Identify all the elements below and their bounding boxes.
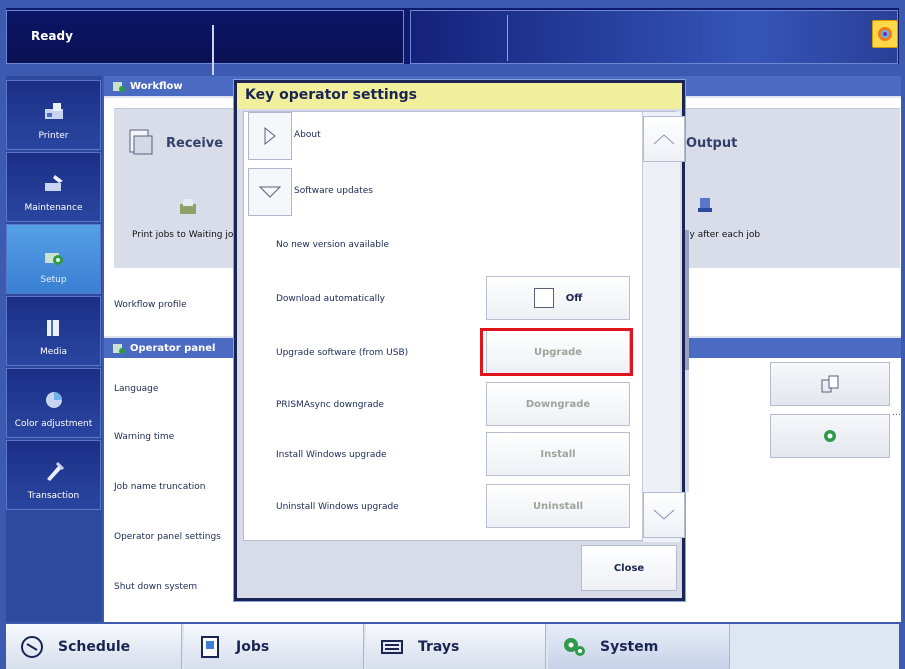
shut-down-system-label: Shut down system xyxy=(114,582,198,592)
scroll-thumb[interactable] xyxy=(685,230,689,370)
tab-schedule[interactable]: Schedule xyxy=(6,624,182,669)
install-button[interactable]: Install xyxy=(486,432,630,476)
top-right-panel xyxy=(410,10,898,64)
tab-jobs-label: Jobs xyxy=(236,638,270,655)
status-divider xyxy=(212,25,214,75)
software-updates-label[interactable]: Software updates xyxy=(294,186,373,196)
about-expander[interactable] xyxy=(248,112,292,160)
output-tile[interactable] xyxy=(684,108,900,268)
language-button[interactable] xyxy=(770,362,890,406)
downgrade-button-label: Downgrade xyxy=(525,398,591,410)
tab-jobs[interactable]: Jobs xyxy=(184,624,364,669)
nav-setup[interactable]: Setup xyxy=(6,224,101,294)
operator-panel-settings-label: Operator panel settings xyxy=(114,532,221,542)
tab-trays[interactable]: Trays xyxy=(366,624,546,669)
nav-printer[interactable]: Printer xyxy=(6,80,101,150)
prismasync-downgrade-label: PRISMAsync downgrade xyxy=(276,400,384,410)
uninstall-button[interactable]: Uninstall xyxy=(486,484,630,528)
key-operator-settings-dialog: Key operator settings About Software upd… xyxy=(234,80,689,601)
top-right-divider xyxy=(507,15,508,61)
software-updates-expander[interactable] xyxy=(248,168,292,216)
tab-schedule-label: Schedule xyxy=(58,638,131,655)
highlight-frame xyxy=(480,328,633,376)
chevron-down-small-icon xyxy=(653,509,675,520)
download-automatically-label: Download automatically xyxy=(276,294,385,304)
media-icon xyxy=(46,320,59,336)
tab-system-label: System xyxy=(600,638,659,655)
checkbox-icon xyxy=(533,288,554,308)
upgrade-software-label: Upgrade software (from USB) xyxy=(276,348,409,358)
output-label: Output xyxy=(686,136,738,151)
status-panel: Ready xyxy=(6,10,404,75)
output-caption: ay after each job xyxy=(684,230,761,240)
chevron-down-icon xyxy=(259,186,281,198)
uninstall-button-label: Uninstall xyxy=(532,500,584,512)
operator-panel-icon xyxy=(113,344,125,354)
tab-system[interactable]: System xyxy=(548,624,730,669)
nav-label: Media xyxy=(39,347,68,357)
printer-icon xyxy=(44,103,63,119)
nav-transaction[interactable]: Transaction xyxy=(6,440,101,510)
nav-color-adjustment[interactable]: Color adjustment xyxy=(6,368,101,438)
uninstall-windows-upgrade-label: Uninstall Windows upgrade xyxy=(276,502,399,512)
install-button-label: Install xyxy=(540,448,576,460)
scroll-down-button[interactable] xyxy=(643,492,685,538)
download-automatically-value: Off xyxy=(565,292,583,304)
jobs-icon xyxy=(198,635,222,659)
setup-icon xyxy=(44,253,63,265)
dialog-title: Key operator settings xyxy=(237,83,682,109)
workflow-icon xyxy=(113,82,125,92)
clock-icon xyxy=(20,635,44,659)
warning-time-label: Warning time xyxy=(114,432,175,442)
receive-label: Receive xyxy=(166,136,224,151)
transaction-icon xyxy=(46,461,64,481)
help-icon xyxy=(878,27,892,41)
system-gear-icon xyxy=(562,635,586,659)
nav-label: Color adjustment xyxy=(14,419,93,429)
no-new-version-text: No new version available xyxy=(276,240,390,250)
dialog-body: About Software updates No new version av… xyxy=(243,111,689,542)
printer-status-text: Ready xyxy=(31,29,73,43)
trays-icon xyxy=(380,635,404,659)
job-name-truncation-label: Job name truncation xyxy=(114,482,206,492)
nav-label: Maintenance xyxy=(24,203,83,213)
scroll-up-button[interactable] xyxy=(643,116,685,162)
nav-media[interactable]: Media xyxy=(6,296,101,366)
tab-trays-label: Trays xyxy=(418,638,460,655)
nav-label: Printer xyxy=(38,131,69,141)
language-label: Language xyxy=(114,384,159,394)
help-button[interactable] xyxy=(872,20,898,48)
more-indicator: … xyxy=(892,408,901,418)
downgrade-button[interactable]: Downgrade xyxy=(486,382,630,426)
print-jobs-caption: Print jobs to Waiting job xyxy=(132,230,240,240)
receive-icon xyxy=(129,129,153,155)
maintenance-icon xyxy=(44,175,63,191)
chevron-up-icon xyxy=(653,134,675,145)
workflow-header-label: Workflow xyxy=(130,80,183,92)
dialog-scrollbar xyxy=(642,112,689,542)
nav-label: Transaction xyxy=(27,491,80,501)
close-button[interactable]: Close xyxy=(581,545,677,591)
operator-panel-header-label: Operator panel xyxy=(130,342,216,354)
output-icon xyxy=(698,198,712,212)
about-label[interactable]: About xyxy=(294,130,321,140)
chevron-right-icon xyxy=(264,127,276,145)
install-windows-upgrade-label: Install Windows upgrade xyxy=(276,450,387,460)
print-jobs-icon xyxy=(180,199,196,214)
gear-icon xyxy=(824,430,836,442)
warning-time-button[interactable] xyxy=(770,414,890,458)
nav-label: Setup xyxy=(40,275,67,285)
workflow-profile-label: Workflow profile xyxy=(114,300,187,310)
nav-maintenance[interactable]: Maintenance xyxy=(6,152,101,222)
download-automatically-toggle[interactable]: Off xyxy=(486,276,630,320)
color-adjustment-icon xyxy=(45,392,62,408)
language-icon xyxy=(821,375,839,393)
